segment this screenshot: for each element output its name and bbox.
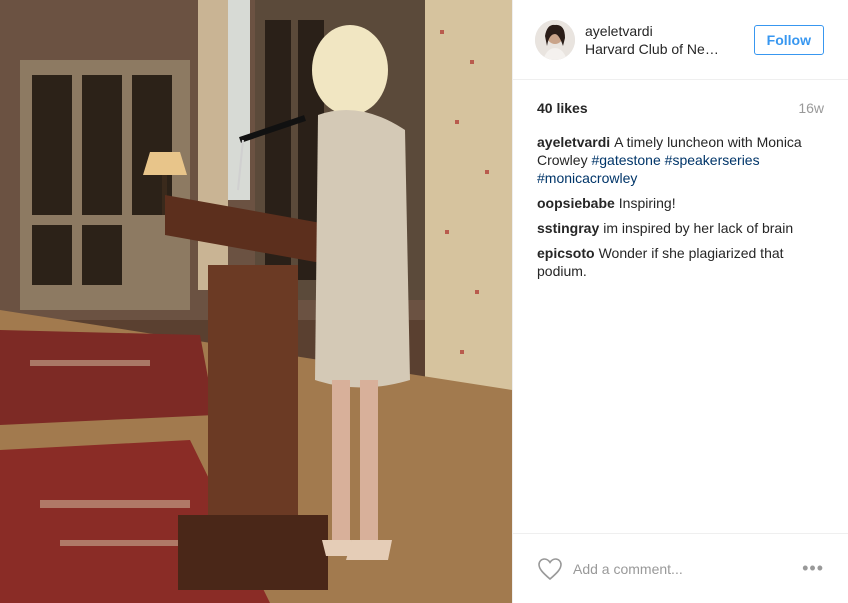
hashtag[interactable]: #monicacrowley — [537, 170, 637, 186]
instagram-post: ayeletvardi Harvard Club of New York Fol… — [0, 0, 848, 603]
location[interactable]: Harvard Club of New York — [585, 40, 725, 58]
more-dots-icon[interactable]: ••• — [802, 558, 824, 579]
hashtag[interactable]: #gatestone — [591, 152, 660, 168]
caption-user[interactable]: ayeletvardi — [537, 134, 610, 150]
comment: epicsoto Wonder if she plagiarized that p… — [537, 244, 824, 280]
follow-button[interactable]: Follow — [753, 24, 824, 55]
comment-user[interactable]: oopsiebabe — [537, 195, 615, 211]
avatar[interactable] — [535, 19, 575, 60]
heart-icon[interactable] — [537, 557, 563, 581]
likes-count[interactable]: 40 likes — [537, 100, 588, 116]
post-sidebar: ayeletvardi Harvard Club of New York Fol… — [512, 0, 848, 603]
post-photo[interactable] — [0, 0, 512, 603]
post-header: ayeletvardi Harvard Club of New York Fol… — [513, 0, 848, 80]
comment-user[interactable]: sstingray — [537, 220, 599, 236]
username[interactable]: ayeletvardi — [585, 22, 754, 40]
hashtag[interactable]: #speakerseries — [665, 152, 760, 168]
comment: oopsiebabe Inspiring! — [537, 194, 824, 212]
post-stats: 40 likes 16w — [513, 80, 848, 116]
comments-list: ayeletvardi A timely luncheon with Monica… — [513, 116, 848, 280]
caption: ayeletvardi A timely luncheon with Monica… — [537, 133, 824, 187]
comment-text: Inspiring! — [618, 195, 676, 211]
post-age[interactable]: 16w — [798, 100, 824, 116]
podium-speaker-photo — [0, 0, 512, 603]
comment-bar: Add a comment... ••• — [513, 533, 848, 603]
comment-user[interactable]: epicsoto — [537, 245, 595, 261]
comment-text: im inspired by her lack of brain — [603, 220, 794, 236]
add-comment-input[interactable]: Add a comment... — [573, 561, 802, 577]
comment: sstingray im inspired by her lack of brai… — [537, 219, 824, 237]
